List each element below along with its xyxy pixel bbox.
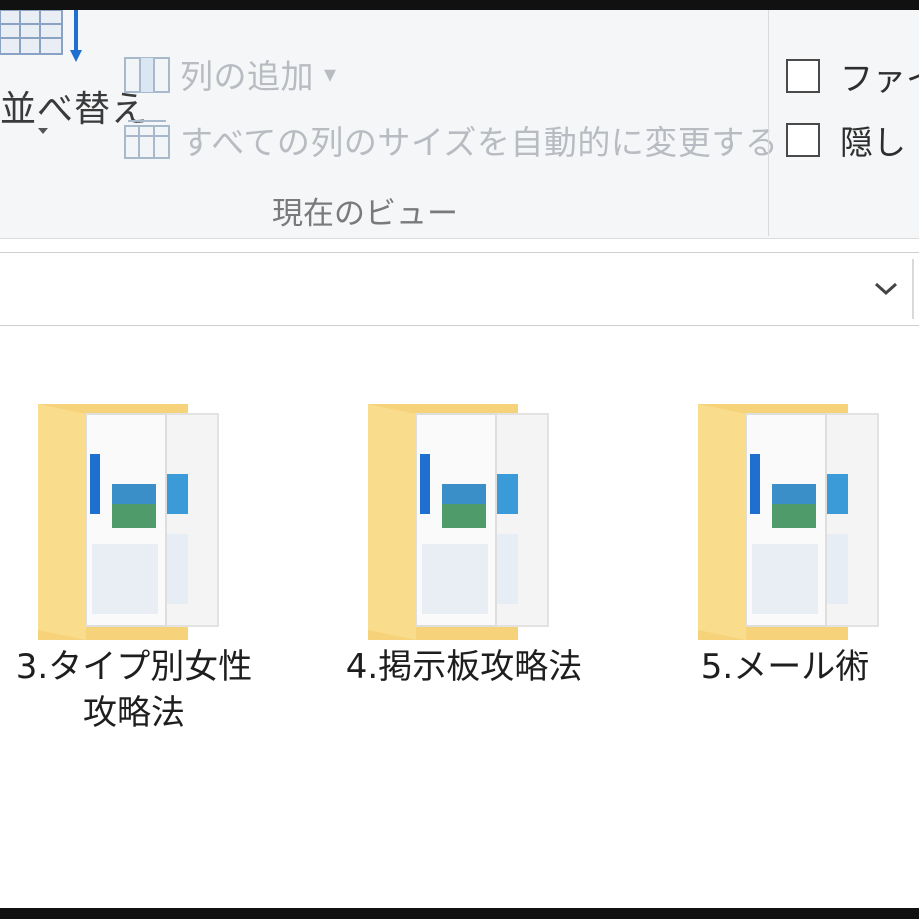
hidden-items-label: 隠し [840, 123, 906, 162]
folder-name[interactable]: 3.タイプ別女性攻略法 [0, 644, 268, 736]
add-column-label: 列の追加 [180, 57, 314, 96]
hidden-items-option[interactable]: 隠し [786, 118, 906, 162]
ribbon-group-divider [768, 10, 769, 236]
folder-item[interactable]: 4.掲示板攻略法 [330, 384, 598, 690]
file-list-area: 3.タイプ別女性攻略法 4.掲示板攻略法 5.メール術 [0, 326, 919, 908]
chevron-down-icon [874, 282, 898, 296]
address-history-dropdown[interactable] [862, 261, 910, 317]
explorer-window: 並べ替え 列の追加 ▾ すべての列のサイズを自動的に変更する 現在のビュー ファ… [0, 10, 919, 908]
file-extensions-option[interactable]: ファイ [786, 54, 919, 98]
cut-off-ribbon-row [120, 10, 320, 16]
folder-item[interactable]: 3.タイプ別女性攻略法 [0, 384, 268, 736]
folder-icon [38, 404, 219, 640]
add-column-icon [124, 57, 170, 93]
autosize-columns-icon [124, 120, 170, 159]
address-bar-divider [912, 259, 914, 319]
add-column-button[interactable]: 列の追加 ▾ [122, 50, 336, 98]
sort-by-icon[interactable] [0, 10, 90, 72]
autosize-columns-button[interactable]: すべての列のサイズを自動的に変更する [122, 116, 778, 164]
address-bar[interactable] [0, 252, 919, 326]
chevron-down-icon[interactable] [38, 128, 48, 134]
autosize-columns-label: すべての列のサイズを自動的に変更する [180, 123, 779, 162]
folder-icon [368, 404, 549, 640]
hidden-items-checkbox[interactable] [786, 123, 820, 157]
file-extensions-label: ファイ [840, 59, 919, 98]
ribbon-view-tab: 並べ替え 列の追加 ▾ すべての列のサイズを自動的に変更する 現在のビュー ファ… [0, 10, 919, 239]
folder-item[interactable]: 5.メール術 [660, 384, 910, 690]
file-extensions-checkbox[interactable] [786, 59, 820, 93]
folder-name[interactable]: 4.掲示板攻略法 [330, 644, 598, 690]
folder-name[interactable]: 5.メール術 [660, 644, 910, 690]
chevron-down-icon: ▾ [324, 60, 337, 88]
current-view-group-label: 現在のビュー [272, 196, 458, 232]
folder-icon [698, 404, 879, 640]
